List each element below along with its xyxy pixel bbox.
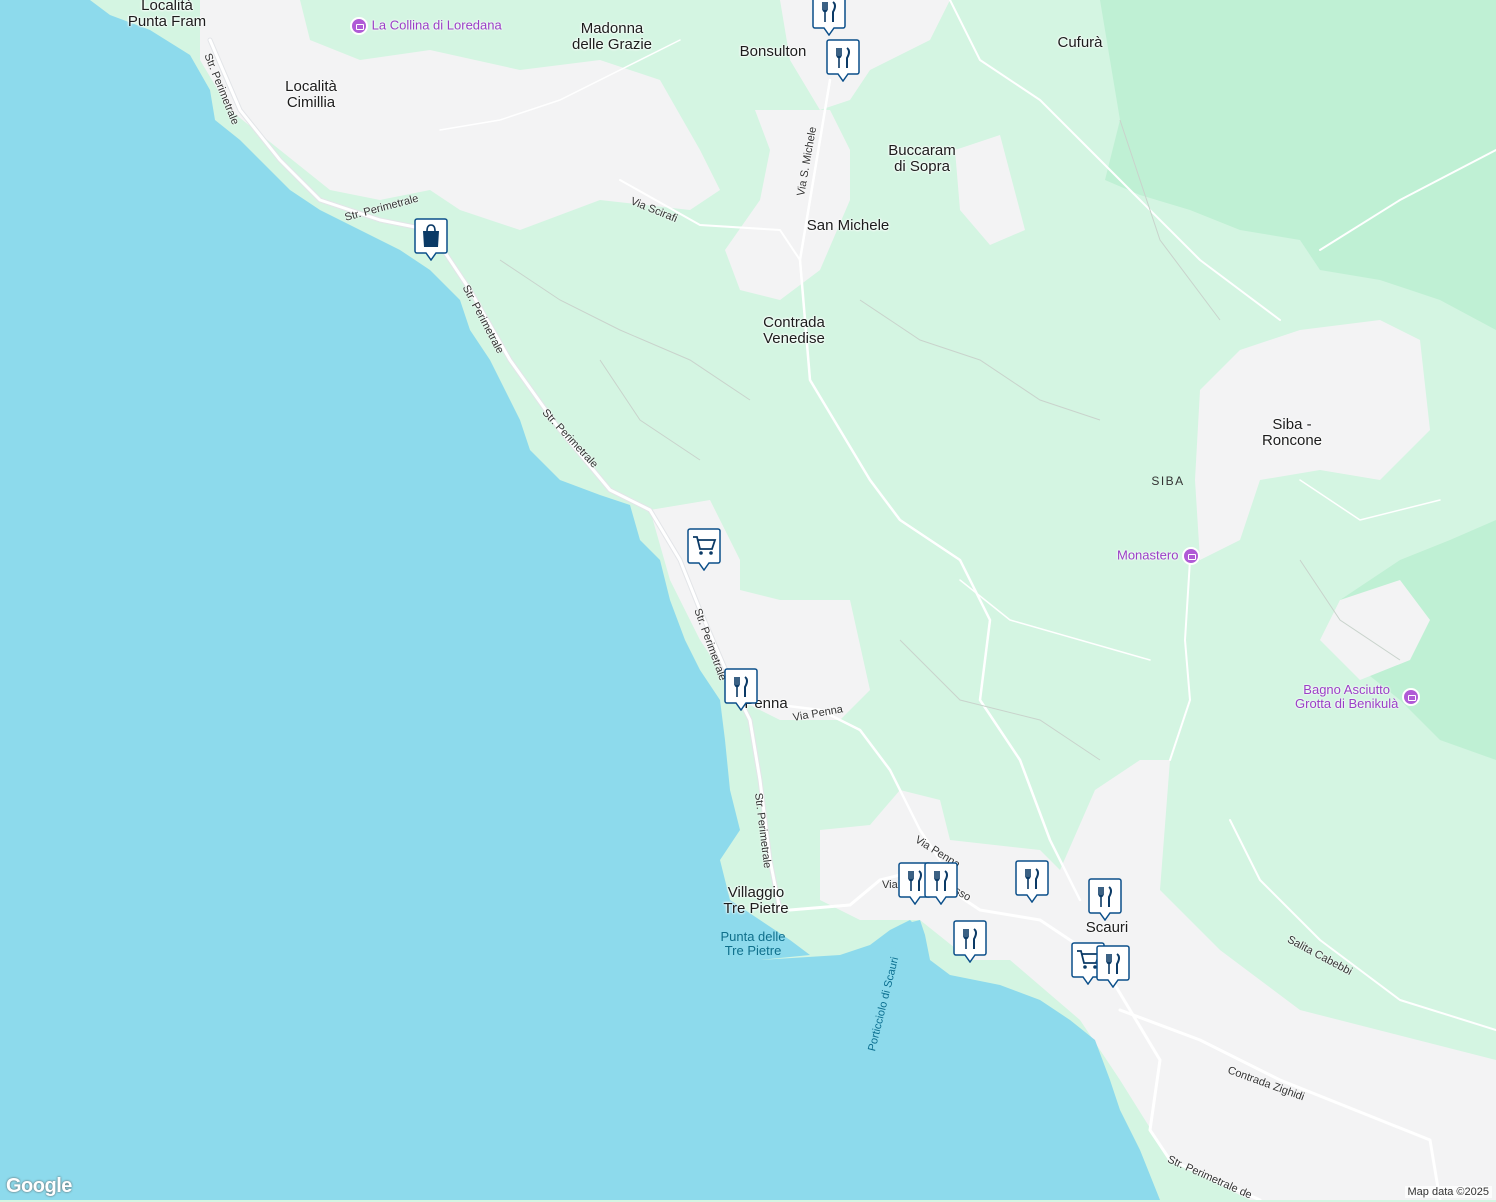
place-label: San Michele (806, 217, 890, 234)
poi-monastero[interactable]: Monastero (1117, 547, 1201, 565)
restaurant-icon (924, 862, 958, 905)
map-marker[interactable] (953, 919, 987, 963)
place-label: Bonsulton (739, 43, 807, 60)
place-label: Contrada Venedise (763, 314, 825, 347)
place-label: Località Cimillia (285, 78, 337, 111)
restaurant-icon (953, 920, 987, 963)
place-label: Cufurà (1057, 34, 1103, 51)
map-canvas[interactable] (0, 0, 1496, 1200)
map-marker[interactable] (1096, 944, 1130, 988)
map-marker[interactable] (826, 38, 860, 82)
restaurant-icon (724, 668, 758, 711)
region-label: SIBA (1151, 474, 1185, 488)
map-marker[interactable] (414, 217, 448, 261)
place-label: Buccaram di Sopra (888, 142, 956, 175)
camera-icon (1401, 688, 1420, 706)
map-marker[interactable] (687, 527, 721, 571)
map-marker[interactable] (1015, 859, 1049, 903)
place-label: Madonna delle Grazie (571, 20, 653, 53)
shopping-cart-icon (687, 528, 721, 571)
cape-label: Punta delle Tre Pietre (720, 929, 786, 958)
place-label: Località Punta Fram (127, 0, 207, 30)
poi-bagno[interactable]: Bagno Asciutto Grotta di Benikulà (1295, 683, 1420, 711)
google-logo: Google (6, 1175, 72, 1197)
restaurant-icon (826, 39, 860, 82)
camera-icon (1182, 547, 1201, 565)
restaurant-icon (1088, 878, 1122, 921)
shopping-bag-icon (414, 218, 448, 261)
poi-collina[interactable]: La Collina di Loredana (350, 17, 502, 35)
map-marker[interactable] (724, 667, 758, 711)
map-marker[interactable] (1088, 877, 1122, 921)
map-marker[interactable] (812, 0, 846, 36)
map-marker[interactable] (924, 861, 958, 905)
restaurant-icon (1096, 945, 1130, 988)
restaurant-icon (1015, 860, 1049, 903)
place-label: Villaggio Tre Pietre (723, 884, 789, 917)
museum-icon (350, 17, 368, 35)
restaurant-icon (812, 0, 846, 36)
place-label: Scauri (1085, 919, 1129, 936)
road-label: Via (882, 879, 898, 891)
place-label: Siba - Roncone (1261, 416, 1323, 449)
map-attribution: Map data ©2025 (1404, 1186, 1492, 1198)
